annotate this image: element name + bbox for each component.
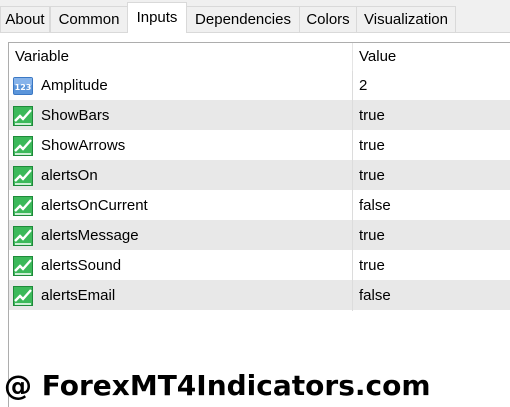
- cell-divider: [352, 101, 353, 131]
- variable-name: Amplitude: [41, 77, 108, 94]
- table-row[interactable]: 123 Amplitude 2: [9, 71, 510, 101]
- table-row[interactable]: alertsSound true: [9, 251, 510, 281]
- column-header-value[interactable]: Value: [359, 43, 396, 71]
- tab-inputs[interactable]: Inputs: [127, 2, 187, 33]
- variable-name: ShowBars: [41, 107, 110, 124]
- bool-icon: [12, 165, 34, 187]
- tab-colors[interactable]: Colors: [299, 6, 357, 32]
- bool-icon: [12, 195, 34, 217]
- watermark: @ ForexMT4Indicators.com: [4, 369, 431, 402]
- svg-text:123: 123: [15, 83, 32, 92]
- column-divider[interactable]: [352, 43, 353, 71]
- bool-icon: [12, 105, 34, 127]
- variable-name: alertsEmail: [41, 287, 116, 304]
- bool-icon: [12, 255, 34, 277]
- cell-divider: [352, 131, 353, 161]
- variable-value[interactable]: true: [359, 131, 385, 161]
- variable-value[interactable]: true: [359, 251, 385, 281]
- tab-strip: About Common Inputs Dependencies Colors …: [0, 0, 510, 33]
- cell-divider: [352, 161, 353, 191]
- variable-value[interactable]: true: [359, 101, 385, 131]
- cell-divider: [352, 221, 353, 251]
- table-row[interactable]: ShowBars true: [9, 101, 510, 131]
- column-header-variable[interactable]: Variable: [15, 43, 69, 71]
- inputs-panel: Variable Value 123 Amplitude 2 ShowBars …: [0, 32, 510, 407]
- cell-divider: [352, 71, 353, 101]
- variable-name: alertsMessage: [41, 227, 139, 244]
- table-header: Variable Value: [9, 43, 510, 71]
- table-row[interactable]: alertsMessage true: [9, 221, 510, 251]
- table-body: 123 Amplitude 2 ShowBars true ShowArrows…: [9, 71, 510, 311]
- table-row[interactable]: ShowArrows true: [9, 131, 510, 161]
- bool-icon: [12, 135, 34, 157]
- bool-icon: [12, 285, 34, 307]
- variable-value[interactable]: 2: [359, 71, 367, 101]
- table-row[interactable]: alertsOnCurrent false: [9, 191, 510, 221]
- variable-value[interactable]: true: [359, 221, 385, 251]
- inputs-table[interactable]: Variable Value 123 Amplitude 2 ShowBars …: [8, 42, 510, 407]
- variable-value[interactable]: false: [359, 191, 391, 221]
- tab-visualization[interactable]: Visualization: [356, 6, 456, 32]
- bool-icon: [12, 225, 34, 247]
- variable-name: alertsOn: [41, 167, 98, 184]
- cell-divider: [352, 251, 353, 281]
- variable-name: ShowArrows: [41, 137, 126, 154]
- tab-about[interactable]: About: [0, 6, 50, 32]
- variable-value[interactable]: true: [359, 161, 385, 191]
- tab-dependencies[interactable]: Dependencies: [186, 6, 300, 32]
- variable-value[interactable]: false: [359, 281, 391, 311]
- table-row[interactable]: alertsOn true: [9, 161, 510, 191]
- cell-divider: [352, 281, 353, 311]
- properties-dialog: About Common Inputs Dependencies Colors …: [0, 0, 510, 407]
- variable-name: alertsOnCurrent: [41, 197, 148, 214]
- integer-icon: 123: [12, 75, 34, 97]
- cell-divider: [352, 191, 353, 221]
- variable-name: alertsSound: [41, 257, 122, 274]
- table-row[interactable]: alertsEmail false: [9, 281, 510, 311]
- tab-common[interactable]: Common: [50, 6, 128, 32]
